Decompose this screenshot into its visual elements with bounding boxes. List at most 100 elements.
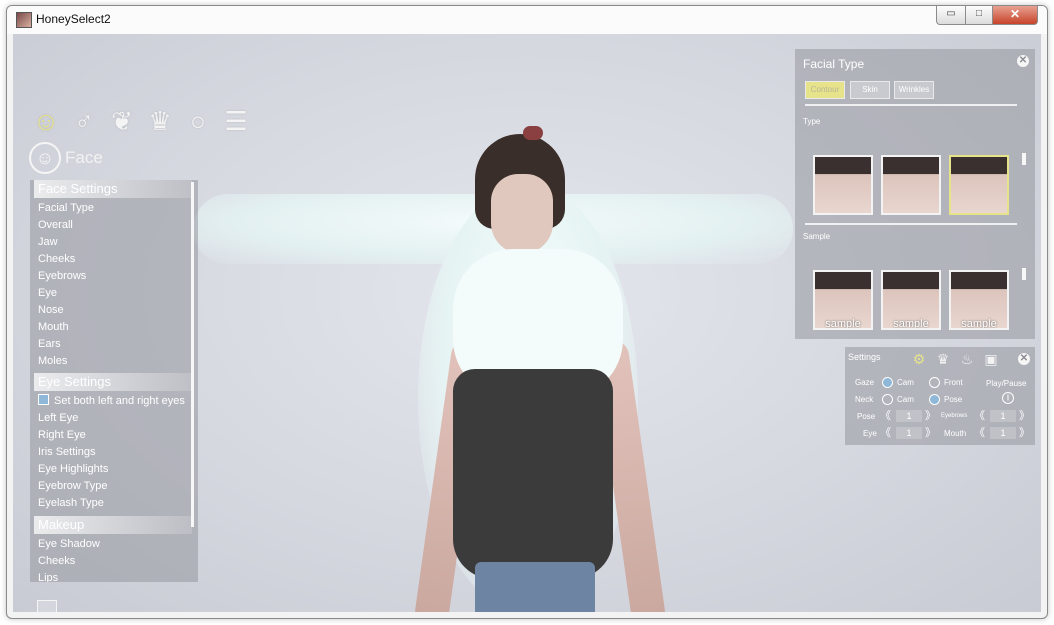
sample-thumbnail-1[interactable]: sample — [813, 270, 873, 330]
sample-caption: sample — [825, 318, 861, 330]
neck-pose-radio[interactable] — [929, 394, 940, 405]
mouth-value: 1 — [990, 427, 1016, 439]
menu-item-iris-settings[interactable]: Iris Settings — [38, 444, 95, 460]
play-pause-label: Play/Pause — [986, 379, 1027, 388]
mouth-label: Mouth — [944, 429, 967, 438]
sample-caption: sample — [961, 318, 997, 330]
menu-item-right-eye[interactable]: Right Eye — [38, 427, 86, 443]
both-eyes-label: Set both left and right eyes — [54, 395, 185, 407]
makeup-header: Makeup — [34, 516, 192, 534]
eyebrows-label: Eyebrows — [941, 413, 968, 419]
type-label: Type — [803, 117, 821, 126]
menu-item-eye-highlights[interactable]: Eye Highlights — [38, 461, 108, 477]
image-icon[interactable]: ▣ — [983, 351, 999, 367]
accessory-icon[interactable]: ○ — [183, 104, 213, 138]
neck-cam-label: Cam — [897, 395, 914, 404]
eye-label: Eye — [863, 429, 877, 438]
sample-thumbnail-2[interactable]: sample — [881, 270, 941, 330]
eye-prev-arrow[interactable]: 《 — [880, 427, 891, 439]
menu-scrollbar[interactable] — [191, 182, 194, 527]
menu-item-eyebrow-type[interactable]: Eyebrow Type — [38, 478, 108, 494]
menu-item-lips[interactable]: Lips — [38, 570, 58, 582]
mouth-prev-arrow[interactable]: 《 — [974, 427, 985, 439]
list-icon[interactable]: ☰ — [221, 104, 251, 138]
window-title: HoneySelect2 — [36, 12, 111, 26]
menu-item-jaw[interactable]: Jaw — [38, 234, 58, 250]
menu-item-nose[interactable]: Nose — [38, 302, 64, 318]
pose-prev-arrow[interactable]: 《 — [880, 410, 891, 422]
character-top — [453, 369, 613, 579]
character-jeans — [475, 562, 595, 612]
sample-scrollbar[interactable] — [1022, 268, 1026, 280]
both-eyes-toggle[interactable]: Set both left and right eyes — [38, 393, 185, 409]
face-header-icon: ☺ — [29, 142, 61, 174]
menu-item-ears[interactable]: Ears — [38, 336, 61, 352]
clothes-icon[interactable]: ♛ — [145, 104, 175, 138]
app-icon — [16, 12, 32, 28]
menu-item-facial-type[interactable]: Facial Type — [38, 200, 94, 216]
both-eyes-checkbox[interactable] — [38, 394, 49, 405]
type-scrollbar[interactable] — [1022, 153, 1026, 165]
3d-viewport[interactable]: ☺ ♂ ❦ ♛ ○ ☰ ☺ Face Face Settings Facial … — [13, 34, 1041, 612]
facial-type-close-icon[interactable]: ✕ — [1017, 55, 1029, 67]
neck-pose-label: Pose — [944, 395, 963, 404]
settings-title: Settings — [848, 352, 881, 362]
facial-type-panel: Facial Type ✕ Contour Skin Wrinkles Type… — [795, 49, 1035, 339]
type-thumbnail-2[interactable] — [881, 155, 941, 215]
sample-caption: sample — [893, 318, 929, 330]
tab-wrinkles[interactable]: Wrinkles — [894, 81, 934, 99]
type-divider — [805, 223, 1017, 225]
eye-settings-header: Eye Settings — [34, 373, 192, 391]
eyebrows-value: 1 — [990, 410, 1016, 422]
tab-divider — [805, 104, 1017, 106]
section-title: Face — [65, 148, 103, 167]
gaze-front-radio[interactable] — [929, 377, 940, 388]
close-window-button[interactable]: ✕ — [992, 6, 1038, 25]
minimize-button[interactable]: ▭ — [936, 6, 966, 25]
gaze-cam-radio[interactable] — [882, 377, 893, 388]
menu-item-cheeks[interactable]: Cheeks — [38, 251, 75, 267]
eyebrows-prev-arrow[interactable]: 《 — [974, 410, 985, 422]
pose-label: Pose — [857, 412, 876, 421]
menu-item-left-eye[interactable]: Left Eye — [38, 410, 78, 426]
settings-close-icon[interactable]: ✕ — [1018, 353, 1030, 365]
menu-item-moles[interactable]: Moles — [38, 353, 67, 369]
body-icon[interactable]: ♂ — [69, 104, 99, 138]
neck-cam-radio[interactable] — [882, 394, 893, 405]
face-menu-panel: Face Settings Facial Type Overall Jaw Ch… — [30, 180, 198, 582]
gaze-cam-label: Cam — [897, 378, 914, 387]
character-face — [491, 174, 553, 254]
neck-label: Neck — [855, 395, 874, 404]
gear-icon[interactable]: ⚙ — [911, 351, 927, 367]
menu-item-mouth[interactable]: Mouth — [38, 319, 69, 335]
pose-value: 1 — [896, 410, 922, 422]
mouth-next-arrow[interactable]: 》 — [1019, 427, 1030, 439]
menu-item-eye[interactable]: Eye — [38, 285, 57, 301]
type-thumbnail-1[interactable] — [813, 155, 873, 215]
exit-door-icon[interactable] — [37, 600, 57, 612]
tab-contour[interactable]: Contour — [805, 81, 845, 99]
menu-item-eyebrows[interactable]: Eyebrows — [38, 268, 86, 284]
character-hair-ornament — [523, 126, 543, 140]
category-toolbar: ☺ ♂ ❦ ♛ ○ ☰ — [31, 104, 261, 144]
outfit-icon[interactable]: ♛ — [935, 351, 951, 367]
eyebrows-next-arrow[interactable]: 》 — [1019, 410, 1030, 422]
menu-item-eye-shadow[interactable]: Eye Shadow — [38, 536, 100, 552]
sample-thumbnail-3[interactable]: sample — [949, 270, 1009, 330]
menu-item-makeup-cheeks[interactable]: Cheeks — [38, 553, 75, 569]
pose-next-arrow[interactable]: 》 — [925, 410, 936, 422]
tab-skin[interactable]: Skin — [850, 81, 890, 99]
title-bar: HoneySelect2 ▭ □ ✕ — [7, 6, 1047, 34]
bottle-icon[interactable]: ♨ — [959, 351, 975, 367]
eye-next-arrow[interactable]: 》 — [925, 427, 936, 439]
sample-label: Sample — [803, 232, 831, 241]
face-icon[interactable]: ☺ — [31, 104, 61, 138]
eye-value: 1 — [896, 427, 922, 439]
maximize-button[interactable]: □ — [965, 6, 993, 25]
play-pause-button[interactable]: || — [1002, 392, 1014, 404]
menu-item-overall[interactable]: Overall — [38, 217, 73, 233]
menu-item-eyelash-type[interactable]: Eyelash Type — [38, 495, 104, 511]
face-settings-header: Face Settings — [34, 180, 192, 198]
hair-icon[interactable]: ❦ — [107, 104, 137, 138]
type-thumbnail-3-selected[interactable] — [949, 155, 1009, 215]
